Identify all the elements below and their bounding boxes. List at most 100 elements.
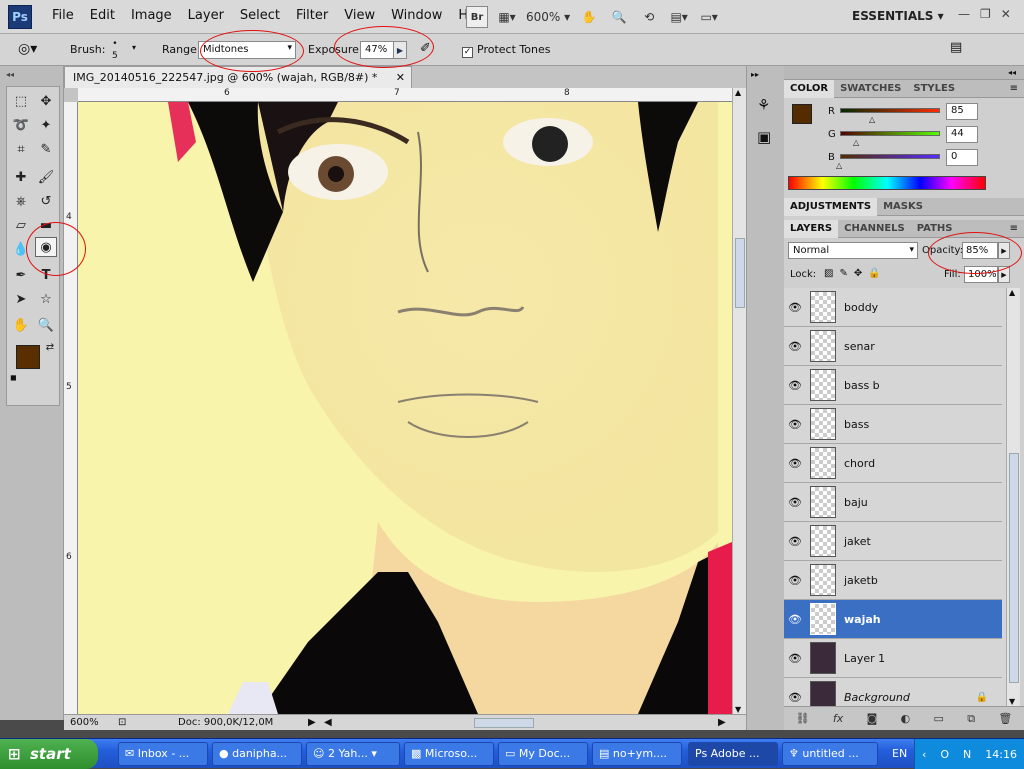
clone-stamp-icon[interactable]: ⎈ [10, 191, 32, 211]
status-menu-arrow-icon[interactable]: ▶ [308, 717, 316, 728]
eye-icon[interactable]: 👁 [784, 691, 806, 704]
brush-tool-icon[interactable]: 🖌 [35, 167, 57, 187]
document-tab[interactable]: IMG_20140516_222547.jpg @ 600% (wajah, R… [64, 66, 412, 88]
brush-picker[interactable]: • 5 [112, 38, 118, 62]
layers-scrollbar[interactable]: ▲ ▼ [1006, 288, 1020, 706]
eye-icon[interactable]: 👁 [784, 496, 806, 509]
foreground-color-swatch[interactable] [16, 345, 40, 369]
default-colors-icon[interactable]: ◼ [10, 373, 17, 382]
task-excel[interactable]: ▩ Microso... [404, 742, 494, 766]
actions-panel-icon[interactable]: ▣ [757, 128, 771, 146]
task-notepad[interactable]: ▤ no+ym.... [592, 742, 682, 766]
zoom-level-dropdown[interactable]: 600% ▾ [526, 6, 570, 28]
b-slider[interactable] [840, 154, 940, 159]
eye-icon[interactable]: 👁 [784, 418, 806, 431]
close-tab-icon[interactable]: ✕ [396, 71, 405, 84]
color-fg-swatch[interactable] [792, 104, 812, 124]
r-slider[interactable] [840, 108, 940, 113]
layer-row[interactable]: 👁 jaketb [784, 561, 1002, 600]
layer-row[interactable]: 👁 boddy [784, 288, 1002, 327]
r-value[interactable]: 85 [946, 103, 978, 120]
task-firefox[interactable]: ● danipha... [212, 742, 302, 766]
history-brush-icon[interactable]: ↺ [35, 191, 57, 211]
link-icon[interactable]: ⛓ [796, 712, 810, 725]
eye-icon[interactable]: 👁 [784, 379, 806, 392]
type-tool-icon[interactable]: T [35, 265, 57, 285]
panel-menu-icon[interactable]: ≡ [1010, 83, 1018, 94]
b-slider-knob[interactable]: △ [836, 161, 842, 170]
fx-icon[interactable]: fx [833, 712, 843, 725]
range-select[interactable]: Midtones ▾ [198, 41, 296, 59]
g-value[interactable]: 44 [946, 126, 978, 143]
menu-file[interactable]: File [44, 8, 82, 23]
history-panel-icon[interactable]: ⚘ [757, 96, 770, 114]
sponge-tool-icon[interactable]: ◉ [35, 237, 57, 257]
scroll-up-icon[interactable]: ▲ [1009, 288, 1015, 297]
b-value[interactable]: 0 [946, 149, 978, 166]
canvas-vertical-scrollbar[interactable]: ▲ ▼ [732, 88, 746, 714]
arrange-documents-icon[interactable]: ▤▾ [668, 6, 690, 28]
menu-filter[interactable]: Filter [288, 8, 336, 23]
eye-icon[interactable]: 👁 [784, 457, 806, 470]
layer-row[interactable]: 👁 Layer 1 [784, 639, 1002, 678]
restore-button[interactable]: ❐ [980, 7, 991, 21]
eye-icon[interactable]: 👁 [784, 574, 806, 587]
task-yahoo[interactable]: ☺ 2 Yah... ▾ [306, 742, 400, 766]
r-slider-knob[interactable]: △ [869, 115, 875, 124]
opera-icon[interactable]: O [940, 748, 949, 761]
opacity-slider-button[interactable]: ▶ [998, 242, 1010, 259]
hand-tool-icon[interactable]: ✋ [10, 315, 32, 335]
task-photoshop[interactable]: Ps Adobe ... [688, 742, 778, 766]
layer-row[interactable]: 👁 Background 🔒 [784, 678, 1002, 706]
marquee-tool-icon[interactable]: ⬚ [10, 91, 32, 111]
exposure-slider-button[interactable]: ▶ [393, 41, 407, 59]
airbrush-icon[interactable]: ✐ [420, 41, 431, 56]
healing-brush-icon[interactable]: ✚ [10, 167, 32, 187]
tab-styles[interactable]: STYLES [907, 80, 961, 98]
layer-row-selected[interactable]: 👁 wajah [784, 600, 1002, 639]
scroll-thumb[interactable] [1009, 453, 1019, 683]
screen-mode-icon[interactable]: ▭▾ [698, 6, 720, 28]
g-slider-knob[interactable]: △ [853, 138, 859, 147]
fill-input[interactable]: 100% [964, 266, 998, 283]
swap-colors-icon[interactable]: ⇄ [39, 337, 61, 357]
tab-color[interactable]: COLOR [784, 79, 835, 98]
bridge-button[interactable]: Br [466, 6, 488, 28]
scroll-down-icon[interactable]: ▼ [735, 705, 741, 714]
eraser-icon[interactable]: ▱ [10, 215, 32, 235]
g-slider[interactable] [840, 131, 940, 136]
layer-row[interactable]: 👁 bass [784, 405, 1002, 444]
menu-layer[interactable]: Layer [180, 8, 232, 23]
group-icon[interactable]: ▭ [933, 712, 943, 725]
layer-row[interactable]: 👁 baju [784, 483, 1002, 522]
lock-icons[interactable]: ▨✎✥🔒 [824, 268, 887, 279]
image-canvas[interactable] [78, 102, 732, 714]
gradient-tool-icon[interactable]: ▬ [35, 215, 57, 235]
path-selection-icon[interactable]: ➤ [10, 289, 32, 309]
tab-adjustments[interactable]: ADJUSTMENTS [784, 197, 878, 216]
minimize-button[interactable]: — [958, 7, 970, 21]
scroll-up-icon[interactable]: ▲ [735, 88, 741, 97]
eye-icon[interactable]: 👁 [784, 340, 806, 353]
panel-menu-icon[interactable]: ≡ [1010, 223, 1018, 234]
zoom-tool-icon[interactable]: 🔍 [35, 315, 57, 335]
magic-wand-icon[interactable]: ✦ [35, 115, 57, 135]
lasso-tool-icon[interactable]: ➰ [10, 115, 32, 135]
task-untitled[interactable]: ♆ untitled ... [782, 742, 878, 766]
tab-layers[interactable]: LAYERS [784, 219, 839, 238]
zoom-readout[interactable]: 600% [70, 717, 99, 728]
layer-row[interactable]: 👁 chord [784, 444, 1002, 483]
workspace-switcher[interactable]: ESSENTIALS ▾ [852, 9, 944, 23]
blend-mode-select[interactable]: Normal ▾ [788, 242, 918, 259]
panel-toggle-icon[interactable]: ▤ [950, 40, 962, 55]
exposure-input[interactable]: 47% [360, 41, 394, 59]
trash-icon[interactable]: 🗑 [998, 712, 1012, 725]
menu-edit[interactable]: Edit [82, 8, 123, 23]
clock[interactable]: 14:16 [985, 748, 1017, 761]
move-tool-icon[interactable]: ✥ [35, 91, 57, 111]
scroll-thumb[interactable] [735, 238, 745, 308]
crop-tool-icon[interactable]: ⌗ [10, 139, 32, 159]
scroll-down-icon[interactable]: ▼ [1009, 697, 1015, 706]
view-extras-icon[interactable]: ▦▾ [496, 6, 518, 28]
tab-channels[interactable]: CHANNELS [838, 220, 911, 238]
